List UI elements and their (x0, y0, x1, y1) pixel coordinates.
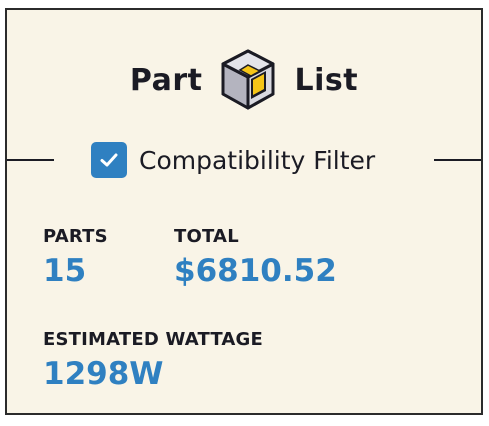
parts-count: 15 (43, 253, 87, 289)
compatibility-filter-label: Compatibility Filter (139, 145, 376, 175)
compatibility-filter-toggle[interactable]: Compatibility Filter (91, 140, 375, 180)
total-stat: TOTAL $6810.52 (174, 226, 337, 289)
part-list-panel: Part List Compatibility Filter PARTS 15 (5, 8, 483, 415)
total-label: TOTAL (174, 226, 239, 247)
title-part: Part (129, 62, 203, 98)
compatibility-filter-checkbox[interactable] (91, 142, 127, 178)
compatibility-filter-row: Compatibility Filter (7, 140, 481, 180)
checkmark-icon (100, 153, 118, 167)
cube-icon (221, 49, 275, 110)
wattage-label: ESTIMATED WATTAGE (43, 329, 264, 350)
wattage-value: 1298W (43, 356, 164, 392)
panel-title: Part List (7, 48, 481, 112)
total-price: $6810.52 (174, 253, 337, 289)
parts-label: PARTS (43, 226, 108, 247)
parts-stat: PARTS 15 (43, 226, 108, 289)
divider-right (434, 159, 481, 161)
wattage-stat: ESTIMATED WATTAGE 1298W (43, 329, 263, 392)
title-list: List (294, 62, 359, 98)
divider-left (7, 159, 54, 161)
